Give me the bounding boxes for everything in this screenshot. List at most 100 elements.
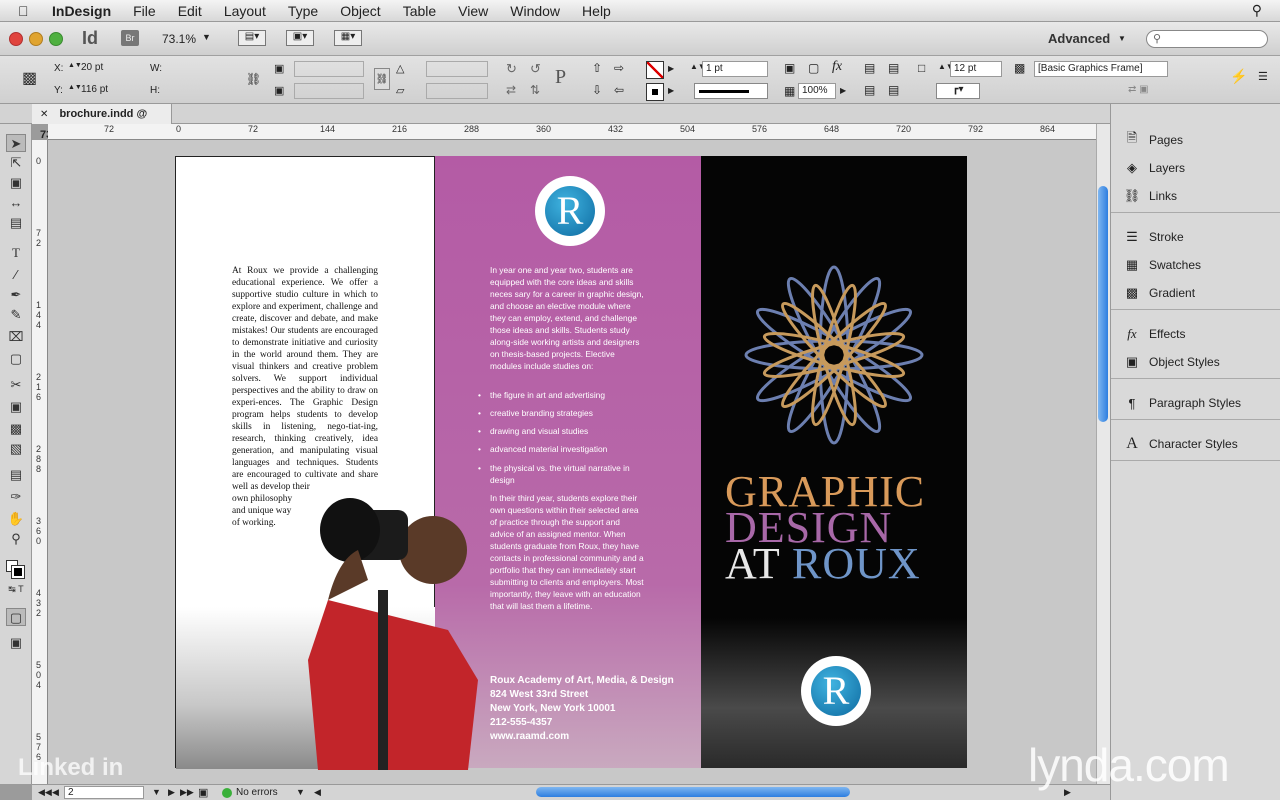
page-number-field[interactable]: 2	[64, 786, 144, 799]
scroll-left-icon[interactable]: ◀	[314, 787, 321, 798]
zoom-dropdown-icon[interactable]: ▼	[202, 32, 211, 42]
free-transform-tool-icon[interactable]: ▣	[6, 398, 26, 416]
scale-x-field[interactable]	[294, 61, 364, 77]
menu-edit[interactable]: Edit	[178, 3, 202, 19]
corner-shape-dropdown[interactable]: ┏▾	[936, 83, 980, 99]
workspace-dropdown-icon[interactable]: ▼	[1118, 34, 1126, 43]
horizontal-scroll-thumb[interactable]	[536, 787, 850, 797]
shadow-toggle-icon[interactable]: ▢	[808, 61, 819, 75]
photographer-image[interactable]	[268, 480, 528, 770]
body-text-frame[interactable]: At Roux we provide a challenging educati…	[232, 265, 378, 481]
wrap-jump-object-icon[interactable]: ▤	[888, 83, 899, 97]
document-tab[interactable]: ✕ brochure.indd @ 73%	[32, 104, 172, 141]
rectangle-frame-tool-icon[interactable]: ⌧	[6, 328, 26, 346]
select-content-icon[interactable]: ⇩	[592, 83, 602, 97]
rotation-field[interactable]	[426, 61, 488, 77]
fill-swatch[interactable]	[646, 61, 664, 79]
app-menu[interactable]: InDesign	[52, 3, 111, 19]
select-container-icon[interactable]: ⇧	[592, 61, 602, 75]
constrain-proportions-icon[interactable]: ⛓	[246, 72, 261, 86]
corner-options-icon[interactable]: □	[918, 61, 925, 75]
apply-none-icon[interactable]: ▢	[6, 608, 26, 626]
rotate-counterclockwise-icon[interactable]: ↺	[530, 61, 541, 77]
gradient-feather-tool-icon[interactable]: ▧	[6, 440, 26, 458]
stroke-dropdown-icon[interactable]: ▶	[668, 86, 674, 95]
arrange-documents-button[interactable]: ▦▾	[334, 30, 362, 46]
stroke-color-swatch[interactable]	[11, 565, 25, 579]
note-tool-icon[interactable]: ▤	[6, 466, 26, 484]
panel-swatches[interactable]: ▦ Swatches	[1121, 253, 1201, 277]
pasteboard[interactable]: At Roux we provide a challenging educati…	[48, 140, 1096, 784]
page-dropdown-icon[interactable]: ▼	[152, 787, 161, 797]
line-tool-icon[interactable]: ∕	[6, 266, 26, 284]
preflight-status[interactable]: No errors	[236, 787, 278, 798]
zoom-level[interactable]: 73.1%	[162, 32, 196, 46]
corner-size-field[interactable]: 12 pt	[950, 61, 1002, 77]
stroke-type-dropdown[interactable]	[694, 83, 768, 99]
stroke-weight-field[interactable]: 1 pt	[702, 61, 768, 77]
screen-mode-icon[interactable]: ▣	[6, 634, 26, 652]
scissors-tool-icon[interactable]: ✂	[6, 376, 26, 394]
next-page-icon[interactable]: ▶	[168, 787, 175, 798]
gradient-swatch-tool-icon[interactable]: ▩	[6, 420, 26, 438]
reference-point-icon[interactable]: ▩	[22, 68, 37, 88]
select-next-object-icon[interactable]: ⇨	[614, 61, 624, 75]
gap-tool-icon[interactable]: ↔	[6, 194, 26, 212]
wrap-object-shape-icon[interactable]: ▤	[864, 83, 875, 97]
menu-type[interactable]: Type	[288, 3, 318, 19]
pen-tool-icon[interactable]: ✒	[6, 286, 26, 304]
bridge-button[interactable]: Br	[121, 30, 139, 46]
height-field[interactable]	[166, 83, 240, 99]
menu-view[interactable]: View	[458, 3, 488, 19]
opacity-field[interactable]: 100%	[798, 83, 836, 99]
wrap-none-icon[interactable]: ▤	[864, 61, 875, 75]
zoom-tool-icon[interactable]: ⚲	[6, 530, 26, 548]
rotate-clockwise-icon[interactable]: ↻	[506, 61, 517, 77]
menu-window[interactable]: Window	[510, 3, 560, 19]
menu-table[interactable]: Table	[403, 3, 436, 19]
effects-fx-icon[interactable]: fx	[832, 59, 842, 75]
apple-icon[interactable]: 	[18, 3, 38, 19]
zoom-window-button[interactable]	[49, 32, 63, 46]
panel-character-styles[interactable]: A Character Styles	[1121, 432, 1237, 456]
shear-field[interactable]	[426, 83, 488, 99]
content-collector-tool-icon[interactable]: ▤	[6, 214, 26, 232]
flip-vertical-icon[interactable]: ⇅	[530, 83, 540, 97]
panel-stroke[interactable]: ☰ Stroke	[1121, 225, 1184, 249]
vertical-ruler[interactable]: 0 7 2 1 4 4 2 1 6 2 8 8 3 6 0 4 3 2 5 0 …	[32, 140, 48, 784]
panel-paragraph-styles[interactable]: ¶ Paragraph Styles	[1121, 391, 1242, 415]
last-page-icon[interactable]: ▶▶	[180, 787, 194, 798]
menu-layout[interactable]: Layout	[224, 3, 266, 19]
pencil-tool-icon[interactable]: ✎	[6, 306, 26, 324]
x-field[interactable]: 20 pt	[78, 61, 140, 77]
spotlight-search-icon[interactable]: ⚲	[1252, 2, 1262, 19]
page-right[interactable]: GRAPHIC DESIGN AT ROUX R	[701, 156, 967, 768]
fill-dropdown-icon[interactable]: ▶	[668, 64, 674, 73]
page-tool-icon[interactable]: ▣	[6, 174, 26, 192]
opacity-dropdown-icon[interactable]: ▶	[840, 86, 846, 95]
close-tab-icon[interactable]: ✕	[40, 109, 48, 120]
previous-page-icon[interactable]: ◀	[52, 787, 59, 798]
panel-pages[interactable]: 🗎 Pages	[1121, 128, 1183, 152]
first-page-icon[interactable]: ◀◀	[38, 787, 52, 798]
menu-object[interactable]: Object	[340, 3, 380, 19]
open-page-icon[interactable]: ▣	[198, 786, 208, 799]
hand-tool-icon[interactable]: ✋	[6, 510, 26, 528]
object-style-dropdown[interactable]: [Basic Graphics Frame]	[1034, 61, 1168, 77]
rectangle-tool-icon[interactable]: ▢	[6, 350, 26, 368]
flip-horizontal-icon[interactable]: ⇄	[506, 83, 516, 97]
vertical-scroll-thumb[interactable]	[1098, 186, 1108, 422]
vertical-scrollbar[interactable]	[1096, 124, 1110, 784]
type-tool-icon[interactable]: T	[6, 244, 26, 262]
view-options-button[interactable]: ▤▾	[238, 30, 266, 46]
panel-effects[interactable]: fx Effects	[1121, 322, 1185, 346]
screen-mode-button[interactable]: ▣▾	[286, 30, 314, 46]
drop-shadow-icon[interactable]: ▣	[784, 61, 795, 75]
flower-graphic[interactable]	[739, 260, 929, 450]
close-window-button[interactable]	[9, 32, 23, 46]
horizontal-ruler[interactable]: 72 0 72 144 216 288 360 432 504 576 648 …	[48, 124, 1096, 140]
menu-file[interactable]: File	[133, 3, 156, 19]
panel-layers[interactable]: ◈ Layers	[1121, 156, 1185, 180]
search-field[interactable]: ⚲	[1146, 30, 1268, 48]
headline[interactable]: GRAPHIC DESIGN AT ROUX	[725, 470, 925, 586]
